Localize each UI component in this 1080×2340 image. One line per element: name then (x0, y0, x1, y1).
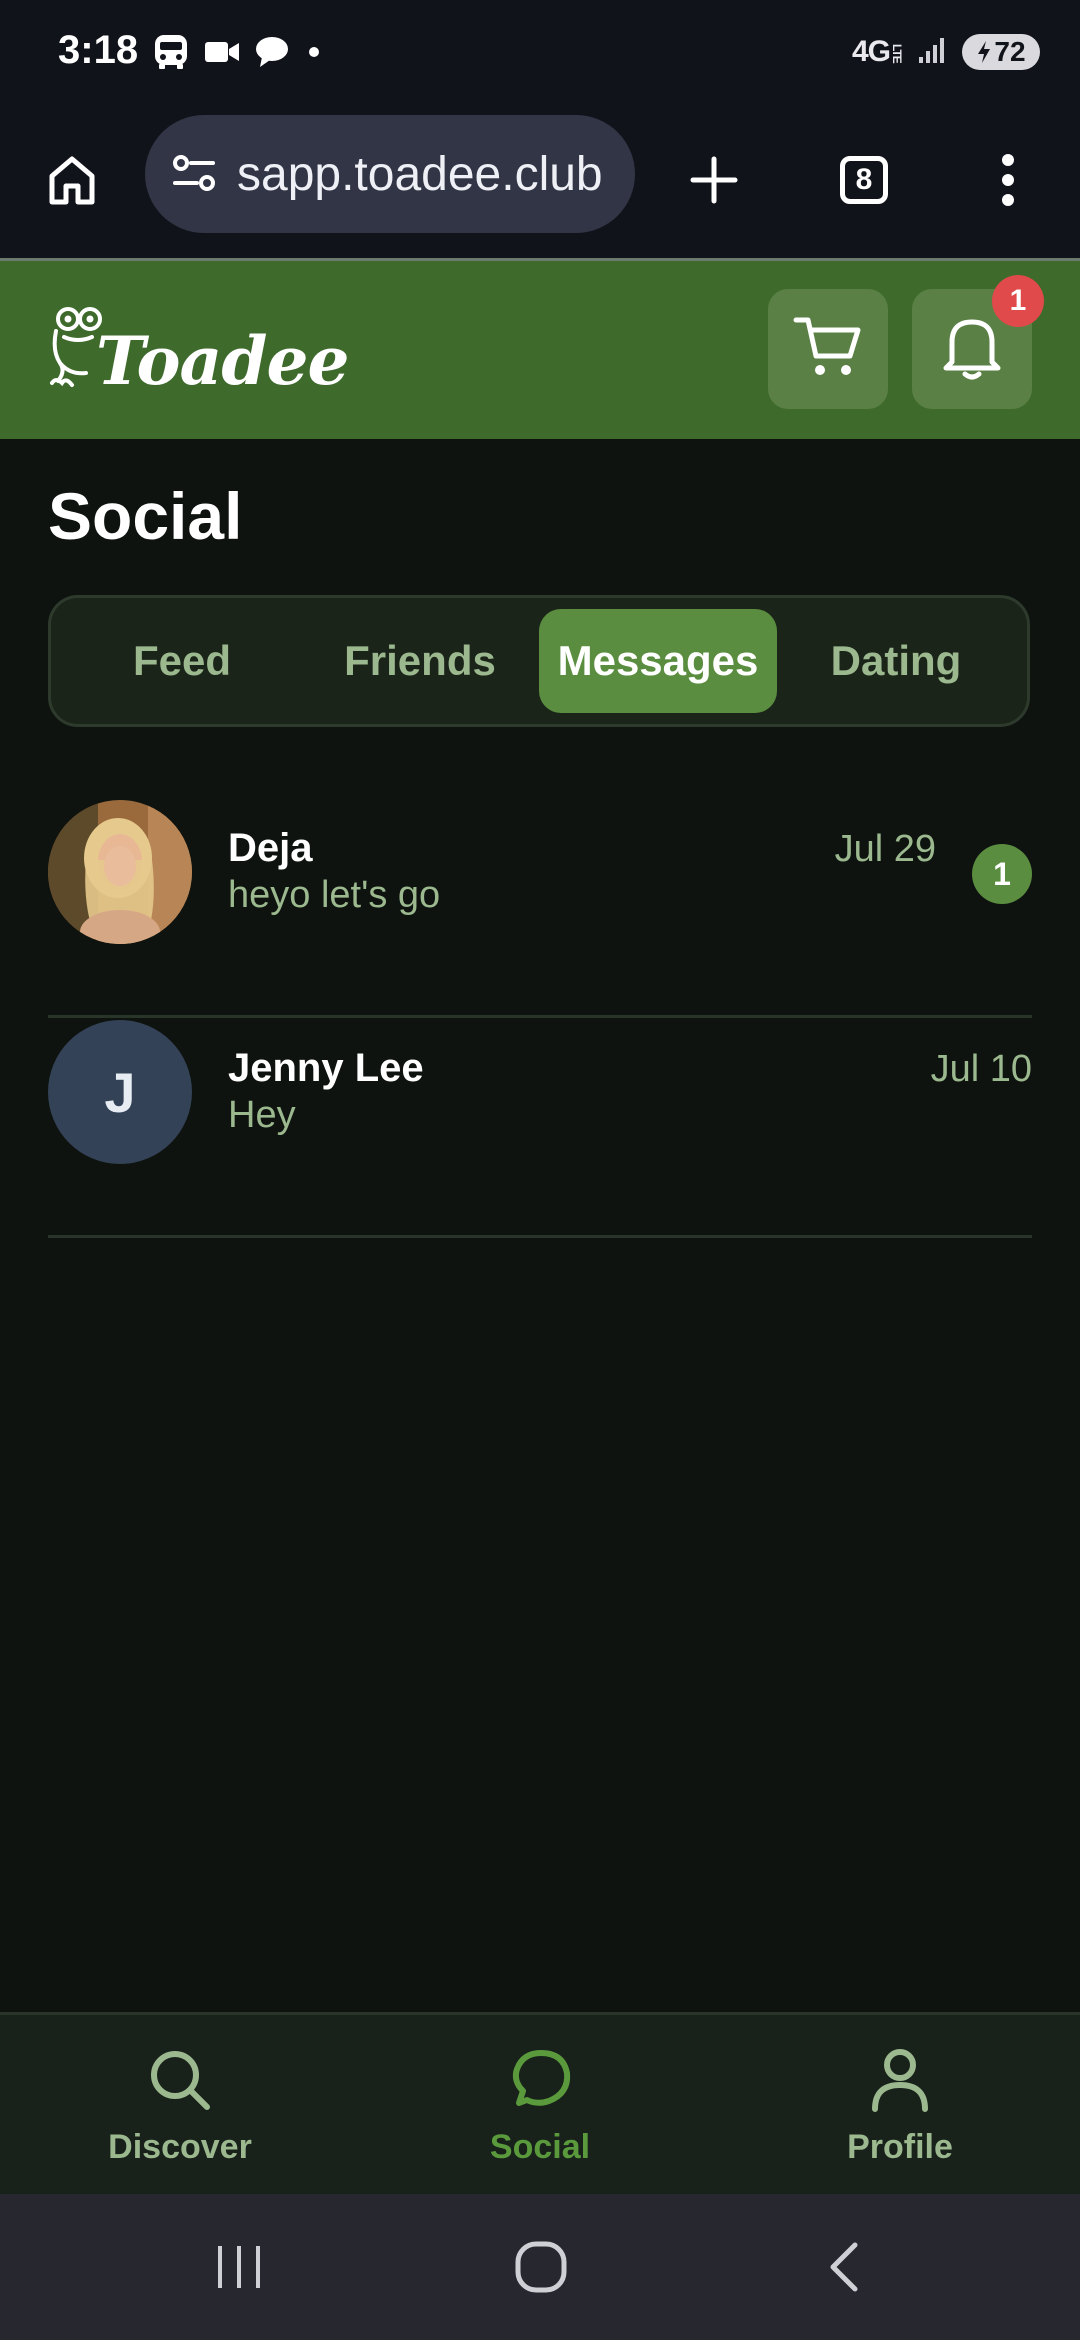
bell-icon (940, 312, 1004, 387)
page-title: Social (48, 479, 243, 553)
tab-dating[interactable]: Dating (777, 609, 1015, 713)
bus-icon (152, 33, 190, 76)
signal-icon (918, 35, 948, 70)
person-icon (865, 2045, 935, 2120)
site-settings-icon[interactable] (169, 149, 219, 199)
nav-label: Discover (108, 2128, 252, 2166)
bottom-navigation: Discover Social Profile (0, 2012, 1080, 2197)
back-chevron-icon[interactable] (800, 2232, 890, 2302)
url-bar[interactable]: sapp.toadee.club (145, 115, 635, 233)
tab-friends[interactable]: Friends (301, 609, 539, 713)
avatar (48, 800, 192, 944)
nav-social[interactable]: Social (390, 2015, 690, 2197)
browser-toolbar: sapp.toadee.club 8 (0, 110, 1080, 260)
network-label: 4GLTE (851, 35, 904, 68)
recents-icon[interactable] (194, 2232, 284, 2302)
message-preview: heyo let's go (228, 874, 441, 916)
message-preview: Hey (228, 1094, 296, 1136)
chat-bubble-icon (254, 35, 290, 74)
nav-label: Social (489, 2128, 591, 2166)
social-tabs: Feed Friends Messages Dating (48, 595, 1030, 727)
notifications-button[interactable]: 1 (912, 275, 1044, 409)
app-header: Toadee 1 (0, 261, 1080, 439)
logo[interactable]: Toadee (46, 301, 349, 400)
unread-badge: 1 (972, 844, 1032, 904)
tab-count: 8 (840, 156, 888, 204)
contact-name: Jenny Lee (228, 1046, 424, 1090)
chat-bubble-icon (505, 2045, 575, 2120)
tab-messages[interactable]: Messages (539, 609, 777, 713)
home-icon[interactable] (32, 140, 112, 220)
status-notification-icons (152, 32, 324, 76)
nav-discover[interactable]: Discover (30, 2015, 330, 2197)
battery-charging-icon: 72 (962, 34, 1040, 70)
url-text: sapp.toadee.club (237, 147, 603, 201)
overflow-menu-icon[interactable] (968, 140, 1048, 220)
cart-icon (792, 312, 864, 387)
nav-profile[interactable]: Profile (750, 2015, 1050, 2197)
contact-name: Deja (228, 826, 313, 870)
avatar: J (48, 1020, 192, 1164)
message-date: Jul 29 (834, 828, 936, 870)
new-tab-plus-icon[interactable] (674, 140, 754, 220)
status-bar: 3:18 4GLTE 72 (0, 0, 1080, 110)
logo-text: Toadee (96, 322, 349, 400)
nav-label: Profile (847, 2128, 953, 2166)
tab-feed[interactable]: Feed (63, 609, 301, 713)
home-circle-icon[interactable] (496, 2232, 586, 2302)
search-icon (145, 2045, 215, 2120)
dot-icon (304, 42, 324, 67)
status-time: 3:18 (58, 28, 139, 72)
status-system-icons: 4GLTE 72 (852, 34, 1040, 70)
conversation-row[interactable]: J Jenny Lee Hey Jul 10 (48, 1020, 1032, 1238)
video-camera-icon (204, 37, 240, 72)
cart-button[interactable] (768, 289, 888, 409)
tab-switcher-button[interactable]: 8 (824, 140, 904, 220)
notification-badge: 1 (992, 275, 1044, 327)
message-date: Jul 10 (930, 1048, 1032, 1090)
battery-level: 72 (994, 36, 1026, 67)
conversation-row[interactable]: Deja heyo let's go Jul 29 1 (48, 800, 1032, 1018)
system-navigation (0, 2194, 1080, 2340)
